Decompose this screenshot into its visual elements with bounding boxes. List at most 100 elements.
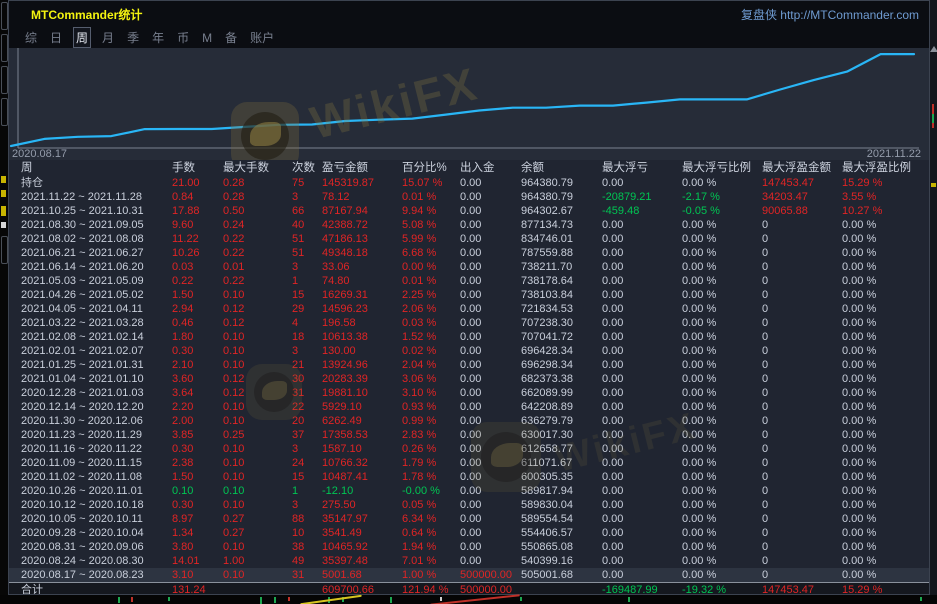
column-header[interactable]: 出入金 [460,160,521,177]
column-header[interactable]: 最大浮盈金额 [762,160,842,177]
table-cell: -169487.99 [602,583,682,594]
table-cell: 0.00 [602,386,682,400]
brand-link[interactable]: 复盘侠 http://MTCommander.com [741,6,919,23]
table-row[interactable]: 2020.08.24 ~ 2020.08.3014.011.004935397.… [9,554,929,568]
table-cell [223,583,292,594]
table-cell: 47186.13 [322,232,402,246]
title-bar[interactable]: MTCommander统计 复盘侠 http://MTCommander.com [9,1,929,27]
column-header[interactable]: 周 [21,160,172,177]
table-cell: 2020.11.09 ~ 2020.11.15 [21,456,172,470]
table-cell: 15.07 % [402,176,460,190]
table-row[interactable]: 2020.11.16 ~ 2020.11.220.300.1031587.100… [9,442,929,456]
table-cell: 0.00 % [842,456,929,470]
table-cell: 4 [292,316,322,330]
table-row[interactable]: 2021.02.08 ~ 2021.02.141.800.101810613.3… [9,330,929,344]
table-row[interactable]: 2020.08.31 ~ 2020.09.063.800.103810465.9… [9,540,929,554]
table-row[interactable]: 2020.11.23 ~ 2020.11.293.850.253717358.5… [9,428,929,442]
table-cell: 0 [762,330,842,344]
menu-item-10[interactable]: 账户 [248,28,276,47]
table-cell: 90065.88 [762,204,842,218]
table-cell: 0.00 % [682,372,762,386]
table-row[interactable]: 2020.11.09 ~ 2020.11.152.380.102410766.3… [9,456,929,470]
total-row[interactable]: 合计131.24609700.66121.94 %500000.00-16948… [9,582,929,594]
menu-item-9[interactable]: 备 [223,28,239,47]
table-row[interactable]: 2021.04.26 ~ 2021.05.021.500.101516269.3… [9,288,929,302]
table-row[interactable]: 2021.06.21 ~ 2021.06.2710.260.225149348.… [9,246,929,260]
table-cell: 1 [292,274,322,288]
column-header[interactable]: 最大浮盈比例 [842,160,929,177]
column-header[interactable]: 百分比% [402,160,460,177]
table-row[interactable]: 2020.08.17 ~ 2020.08.233.100.10315001.68… [9,568,929,582]
table-cell: 0 [762,512,842,526]
table-cell: 0.00 [602,568,682,582]
table-cell: 0.84 [172,190,223,204]
table-row[interactable]: 2021.11.22 ~ 2021.11.280.840.28378.120.0… [9,190,929,204]
menu-item-3[interactable]: 周 [73,27,91,48]
menu-item-2[interactable]: 日 [48,28,64,47]
table-cell: 0.00 [460,400,521,414]
window-title: MTCommander统计 [31,6,142,23]
table-row[interactable]: 2021.06.14 ~ 2021.06.200.030.01333.060.0… [9,260,929,274]
table-row[interactable]: 2021.02.01 ~ 2021.02.070.300.103130.000.… [9,344,929,358]
table-cell: -0.05 % [682,204,762,218]
table-row[interactable]: 2021.01.04 ~ 2021.01.103.600.123020283.3… [9,372,929,386]
table-cell: 0.00 % [682,232,762,246]
table-row[interactable]: 2021.08.02 ~ 2021.08.0811.220.225147186.… [9,232,929,246]
table-cell: 74.80 [322,274,402,288]
table-row[interactable]: 2021.10.25 ~ 2021.10.3117.880.506687167.… [9,204,929,218]
table-row[interactable]: 2020.09.28 ~ 2020.10.041.340.27103541.49… [9,526,929,540]
column-header[interactable]: 余额 [521,160,602,177]
table-row[interactable]: 2020.10.26 ~ 2020.11.010.100.101-12.10-0… [9,484,929,498]
table-row[interactable]: 2021.08.30 ~ 2021.09.059.600.244042388.7… [9,218,929,232]
table-row[interactable]: 2020.12.14 ~ 2020.12.202.200.10225929.10… [9,400,929,414]
table-cell: 5.08 % [402,218,460,232]
table-cell: 500000.00 [460,568,521,582]
table-cell: 0.00 % [682,400,762,414]
table-header-row: 周手数最大手数次数盈亏金额百分比%出入金余额最大浮亏最大浮亏比例最大浮盈金额最大… [9,160,929,176]
menu-item-8[interactable]: M [200,30,214,46]
column-header[interactable]: 次数 [292,160,322,177]
table-cell: 0.10 [223,540,292,554]
table-cell: 9.94 % [402,204,460,218]
menu-item-5[interactable]: 季 [125,28,141,47]
table-cell: 2.83 % [402,428,460,442]
table-row[interactable]: 2021.04.05 ~ 2021.04.112.940.122914596.2… [9,302,929,316]
table-cell: 1.78 % [402,470,460,484]
table-row[interactable]: 2020.11.02 ~ 2020.11.081.500.101510487.4… [9,470,929,484]
table-cell: 20 [292,414,322,428]
table-cell: 2021.10.25 ~ 2021.10.31 [21,204,172,218]
column-header[interactable]: 手数 [172,160,223,177]
table-row[interactable]: 2020.11.30 ~ 2020.12.062.000.10206262.49… [9,414,929,428]
column-header[interactable]: 盈亏金额 [322,160,402,177]
table-row[interactable]: 2021.05.03 ~ 2021.05.090.220.22174.800.0… [9,274,929,288]
table-row[interactable]: 2021.03.22 ~ 2021.03.280.460.124196.580.… [9,316,929,330]
menu-item-7[interactable]: 币 [175,28,191,47]
table-cell: 0.00 [460,372,521,386]
table-cell: 550865.08 [521,540,602,554]
table-row[interactable]: 2021.01.25 ~ 2021.01.312.100.102113924.9… [9,358,929,372]
table-cell: 0.30 [172,344,223,358]
table-cell: 1 [292,484,322,498]
table-cell: 131.24 [172,583,223,594]
table-cell: 合计 [21,583,172,594]
table-cell: 0.03 [172,260,223,274]
watermark-eagle-icon [471,422,541,492]
column-header[interactable]: 最大手数 [223,160,292,177]
table-cell: 10465.92 [322,540,402,554]
table-cell: 3 [292,190,322,204]
menu-item-1[interactable]: 综 [23,28,39,47]
menu-item-4[interactable]: 月 [100,28,116,47]
table-row[interactable]: 2020.10.05 ~ 2020.10.118.970.278835147.9… [9,512,929,526]
table-row[interactable]: 持仓21.000.2875145319.8715.07 %0.00964380.… [9,176,929,190]
table-row[interactable]: 2020.12.28 ~ 2021.01.033.640.123119881.1… [9,386,929,400]
table-cell: 2021.06.21 ~ 2021.06.27 [21,246,172,260]
table-cell: 0.28 [223,190,292,204]
table-row[interactable]: 2020.10.12 ~ 2020.10.180.300.103275.500.… [9,498,929,512]
table-cell: 1.52 % [402,330,460,344]
table-cell: 0.00 [460,344,521,358]
menu-item-6[interactable]: 年 [150,28,166,47]
table-cell: 15 [292,288,322,302]
column-header[interactable]: 最大浮亏 [602,160,682,177]
table-cell: 0.00 [460,512,521,526]
column-header[interactable]: 最大浮亏比例 [682,160,762,177]
